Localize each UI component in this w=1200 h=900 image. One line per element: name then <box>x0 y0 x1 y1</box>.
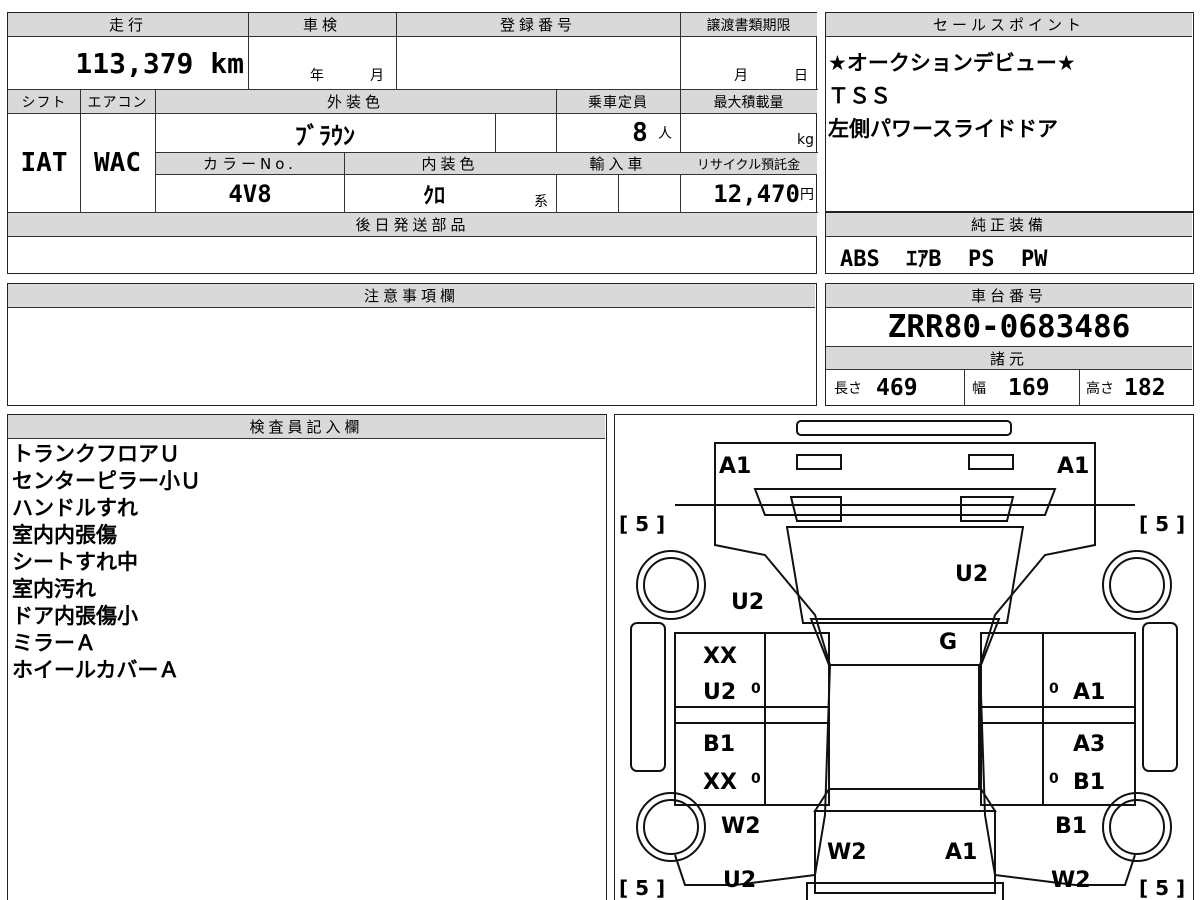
later-parts-header: 後日発送部品 <box>8 213 817 237</box>
inspector-line: トランクフロアＵ <box>12 442 180 466</box>
damage-mark: G <box>939 630 957 655</box>
damage-mark: A1 <box>1057 454 1089 479</box>
ac-header: エアコン <box>80 90 155 114</box>
inspection-header: 車検 <box>248 13 396 37</box>
equipment-header: 純正装備 <box>826 213 1192 237</box>
capacity-value: 8 人 <box>632 118 672 148</box>
equipment-box: 純正装備 ABS ｴｱB PS PW <box>825 212 1194 274</box>
inspector-box: 検査員記入欄 トランクフロアＵ センターピラー小Ｕ ハンドルすれ 室内内張傷 シ… <box>7 414 607 900</box>
notes-header: 注意事項欄 <box>8 284 815 308</box>
int-color-value: ｸﾛ <box>422 183 445 209</box>
chassis-box: 車台番号 ZRR80-0683486 諸元 長さ 469 幅 169 高さ 182 <box>825 283 1194 406</box>
int-color-header: 内装色 <box>344 153 556 175</box>
damage-mark: XX <box>703 770 737 795</box>
tiny-mark: 0 <box>751 771 761 787</box>
inspector-header: 検査員記入欄 <box>8 415 605 439</box>
damage-mark: B1 <box>1055 814 1087 839</box>
doc-limit-month: 月 <box>734 68 748 84</box>
int-color-suffix: 系 <box>534 194 548 210</box>
damage-mark: A1 <box>719 454 751 479</box>
mileage-header: 走行 <box>8 13 248 37</box>
tiny-mark: 0 <box>1049 771 1059 787</box>
import-header: 輸入車 <box>556 153 680 175</box>
damage-mark: A1 <box>1073 680 1105 705</box>
ext-color-header: 外装色 <box>155 90 556 114</box>
ext-color-value: ﾌﾞﾗｳﾝ <box>295 121 355 150</box>
chassis-number: ZRR80-0683486 <box>887 309 1131 345</box>
color-no-header: カラーNo. <box>156 153 344 175</box>
height-cell: 高さ 182 <box>1086 375 1166 401</box>
inspector-line: ハンドルすれ <box>12 496 138 520</box>
damage-mark: U2 <box>723 868 756 893</box>
recycle-header: リサイクル預託金 <box>680 153 817 175</box>
damage-mark: B1 <box>703 732 735 757</box>
max-load-unit: kg <box>797 132 814 148</box>
doc-limit-day: 日 <box>794 68 808 84</box>
capacity-header: 乗車定員 <box>556 90 680 114</box>
sales-points-list: ★オークションデビュー★ ＴＳＳ 左側パワースライドドア <box>828 47 1076 146</box>
car-diagram-box: A1 A1 U2 U2 G XX U2 A1 B1 XX A3 B1 W2 B1… <box>614 414 1194 900</box>
damage-mark: XX <box>703 644 737 669</box>
tire-label: [ 5 ] <box>619 512 665 536</box>
tire-label: [ 5 ] <box>1139 512 1185 536</box>
inspector-line: ミラーＡ <box>12 631 96 655</box>
inspector-line: シートすれ中 <box>12 550 138 574</box>
inspection-month: 月 <box>370 68 384 84</box>
inspector-list: トランクフロアＵ センターピラー小Ｕ ハンドルすれ 室内内張傷 シートすれ中 室… <box>12 441 201 684</box>
tire-label: [ 5 ] <box>1139 876 1185 900</box>
damage-mark: U2 <box>955 562 988 587</box>
damage-mark: U2 <box>731 590 764 615</box>
width-cell: 幅 169 <box>972 375 1050 401</box>
damage-mark: W2 <box>1051 868 1091 893</box>
damage-mark: A3 <box>1073 732 1105 757</box>
max-load-header: 最大積載量 <box>680 90 817 114</box>
inspector-line: 室内汚れ <box>12 577 96 601</box>
sales-points-header: セールスポイント <box>826 13 1192 37</box>
length-cell: 長さ 469 <box>834 375 918 401</box>
mileage-value: 113,379 km <box>75 46 244 80</box>
tiny-mark: 0 <box>1049 681 1059 697</box>
tire-label: [ 5 ] <box>619 876 665 900</box>
damage-mark: W2 <box>721 814 761 839</box>
damage-mark: W2 <box>827 840 867 865</box>
spec-table: 走行 車検 登録番号 譲渡書類期限 113,379 km 年 月 月 日 シフト… <box>7 12 818 274</box>
inspector-line: 室内内張傷 <box>12 523 117 547</box>
notes-box: 注意事項欄 <box>7 283 817 406</box>
sales-line: 左側パワースライドドア <box>828 117 1058 141</box>
sales-line: ＴＳＳ <box>828 84 891 108</box>
inspection-year: 年 <box>310 68 324 84</box>
registration-header: 登録番号 <box>396 13 680 37</box>
sales-points-box: セールスポイント ★オークションデビュー★ ＴＳＳ 左側パワースライドドア <box>825 12 1194 212</box>
shift-value: IAT <box>20 148 68 178</box>
shift-header: シフト <box>8 90 80 114</box>
ac-value: WAC <box>94 148 141 178</box>
car-diagram-labels: A1 A1 U2 U2 G XX U2 A1 B1 XX A3 B1 W2 B1… <box>619 454 1185 900</box>
damage-mark: U2 <box>703 680 736 705</box>
inspector-line: ドア内張傷小 <box>12 604 138 628</box>
color-no-value: 4V8 <box>228 179 272 208</box>
doc-limit-header: 譲渡書類期限 <box>680 13 817 37</box>
damage-mark: A1 <box>945 840 977 865</box>
damage-mark: B1 <box>1073 770 1105 795</box>
inspector-line: ホイールカバーＡ <box>12 658 180 682</box>
tiny-mark: 0 <box>751 681 761 697</box>
recycle-value: 12,470 円 <box>713 179 814 208</box>
equipment-value: ABS ｴｱB PS PW <box>840 247 1048 272</box>
chassis-header: 車台番号 <box>826 284 1192 308</box>
dims-header: 諸元 <box>826 346 1192 370</box>
sales-line: ★オークションデビュー★ <box>828 51 1076 75</box>
inspector-line: センターピラー小Ｕ <box>12 469 201 493</box>
